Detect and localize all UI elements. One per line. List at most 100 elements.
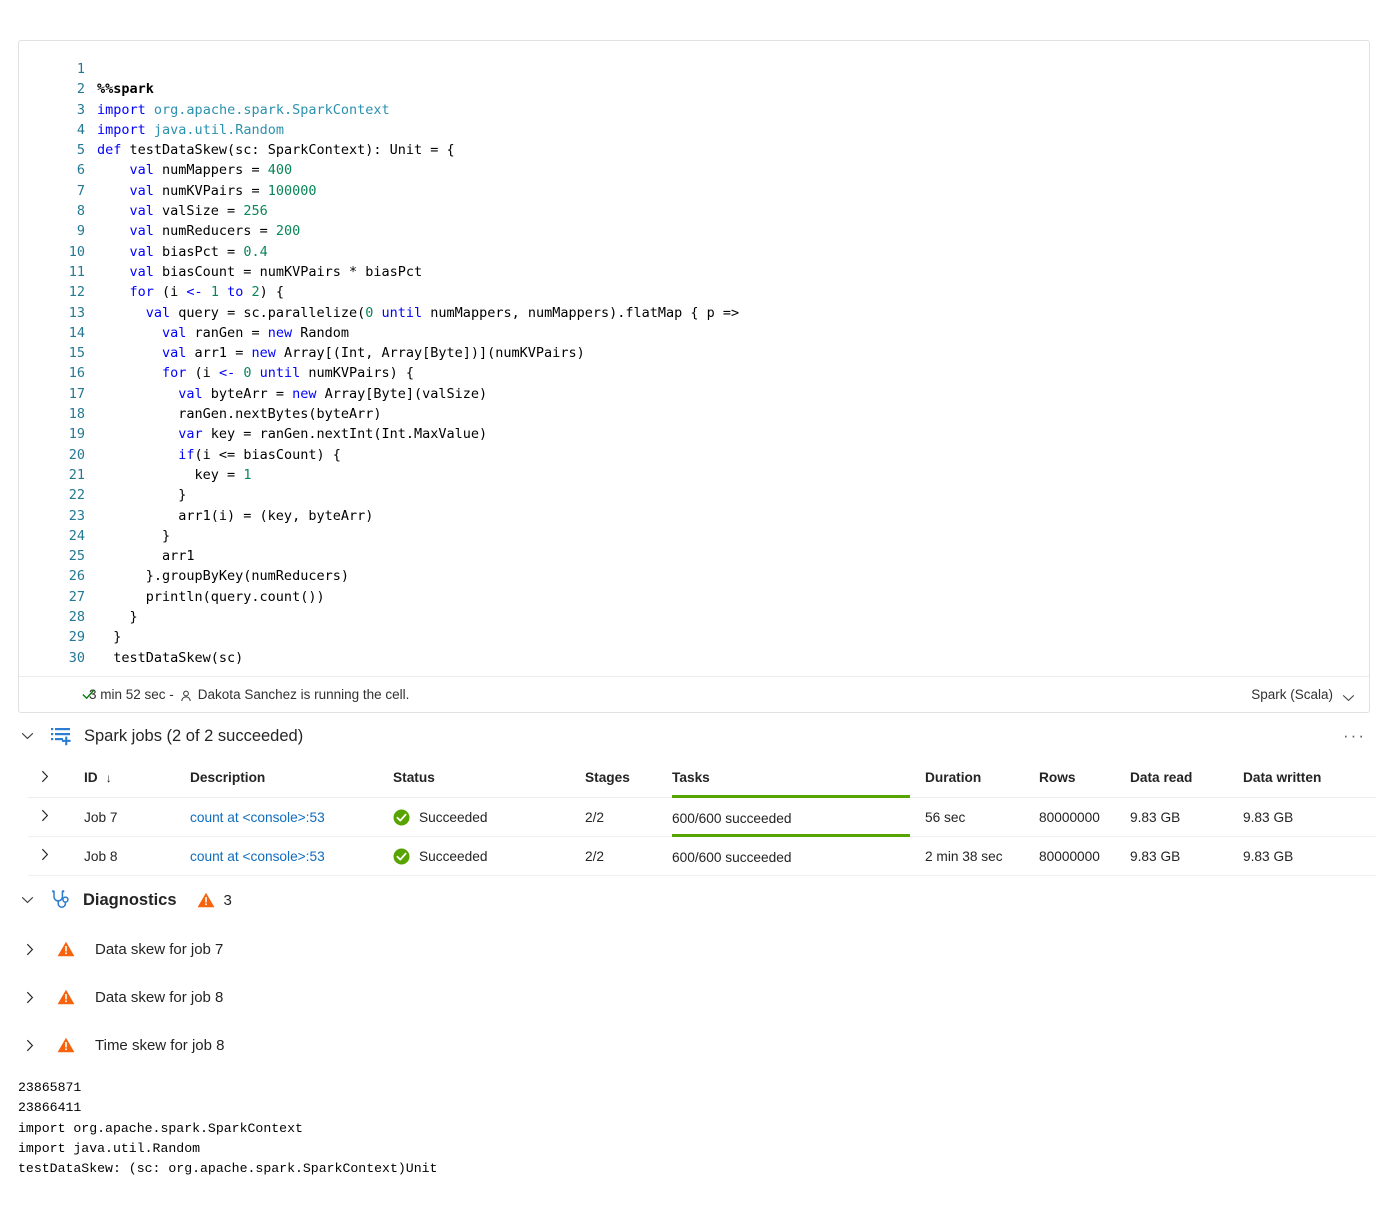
cell-job-id: Job 8 xyxy=(84,848,118,864)
chevron-down-icon[interactable] xyxy=(12,896,42,904)
line-number: 6 xyxy=(76,162,85,179)
cell-description[interactable]: count at <console>:53 xyxy=(190,849,393,864)
tasks-label: 600/600 succeeded xyxy=(672,810,792,826)
cell-stages: 2/2 xyxy=(585,809,605,825)
code-line: 8 val valSize = 256 xyxy=(19,201,1369,221)
line-number: 9 xyxy=(76,223,85,240)
line-number: 28 xyxy=(68,609,85,626)
code-text: } xyxy=(97,527,171,544)
chevron-right-icon[interactable] xyxy=(26,991,52,1004)
cell-job-id: Job 7 xyxy=(84,809,118,825)
line-number: 14 xyxy=(68,324,85,341)
line-number: 12 xyxy=(68,284,85,301)
diagnostic-label: Data skew for job 8 xyxy=(95,988,224,1006)
diagnostics-header[interactable]: Diagnostics 3 xyxy=(0,881,1388,919)
column-header-id[interactable]: ID ↓ xyxy=(84,770,190,785)
code-line: 28 } xyxy=(19,607,1369,627)
column-header-status[interactable]: Status xyxy=(393,770,585,785)
line-number: 4 xyxy=(76,121,85,138)
column-header-description[interactable]: Description xyxy=(190,770,393,785)
code-line: 1 xyxy=(19,59,1369,79)
line-number: 26 xyxy=(68,568,85,585)
code-line: 13 val query = sc.parallelize(0 until nu… xyxy=(19,303,1369,323)
code-line: 11 val biasCount = numKVPairs * biasPct xyxy=(19,262,1369,282)
code-text: val numReducers = 200 xyxy=(129,223,301,240)
cell-data-read: 9.83 GB xyxy=(1130,848,1181,864)
code-text: for (i <- 1 to 2) { xyxy=(129,284,285,301)
notebook-page: 1 2 %%spark 3 import org.apache.spark.Spark… xyxy=(0,0,1388,1213)
table-row[interactable]: Job 8 count at <console>:53 Succeeded 2/2 60… xyxy=(28,833,1376,876)
more-options-button[interactable]: ··· xyxy=(1343,726,1366,746)
spark-jobs-header[interactable]: Spark jobs (2 of 2 succeeded) xyxy=(0,716,1388,756)
warning-icon xyxy=(57,989,75,1005)
code-text: } xyxy=(97,487,187,504)
code-text: import java.util.Random xyxy=(97,121,284,138)
code-text: val valSize = 256 xyxy=(129,203,268,220)
code-line: 16 for (i <- 0 until numKVPairs) { xyxy=(19,363,1369,383)
cell-status: Succeeded xyxy=(393,809,585,826)
code-text: key = 1 xyxy=(97,466,252,483)
diagnostics-title: Diagnostics xyxy=(83,890,177,909)
column-header-tasks[interactable]: Tasks xyxy=(672,770,925,785)
code-line: 3 import org.apache.spark.SparkContext xyxy=(19,100,1369,120)
diagnostic-item[interactable]: Time skew for job 8 xyxy=(0,1021,1388,1069)
code-line: 9 val numReducers = 200 xyxy=(19,221,1369,241)
warning-icon xyxy=(57,941,75,957)
diagnostics-warning-count: 3 xyxy=(223,891,232,909)
code-text: println(query.count()) xyxy=(97,588,325,605)
diagnostic-item[interactable]: Data skew for job 8 xyxy=(0,973,1388,1021)
spark-jobs-table: ID ↓ Description Status Stages Tasks Dur… xyxy=(28,758,1376,876)
code-text: val arr1 = new Array[(Int, Array[Byte])]… xyxy=(162,345,585,362)
cell-description[interactable]: count at <console>:53 xyxy=(190,810,393,825)
cell-language-selector[interactable]: Spark (Scala) xyxy=(1251,687,1355,702)
cell-status-bar: 3 min 52 sec - Dakota Sanchez is running… xyxy=(19,675,1369,712)
code-text: val numKVPairs = 100000 xyxy=(129,182,317,199)
chevron-down-icon[interactable] xyxy=(1342,690,1355,702)
column-header-data-written[interactable]: Data written xyxy=(1243,770,1363,785)
column-header-stages[interactable]: Stages xyxy=(585,770,672,785)
code-text: arr1(i) = (key, byteArr) xyxy=(97,507,374,524)
row-expand-toggle[interactable] xyxy=(28,848,84,864)
code-text: val byteArr = new Array[Byte](valSize) xyxy=(178,385,488,402)
chevron-down-icon[interactable] xyxy=(12,732,42,740)
code-text: } xyxy=(97,629,122,646)
cell-status: Succeeded xyxy=(393,848,585,865)
expand-all-toggle[interactable] xyxy=(28,770,84,786)
line-number: 7 xyxy=(76,182,85,199)
column-header-data-read[interactable]: Data read xyxy=(1130,770,1243,785)
line-number: 10 xyxy=(68,243,85,260)
cell-tasks: 600/600 succeeded xyxy=(672,833,925,865)
cell-status-message: Dakota Sanchez is running the cell. xyxy=(197,686,410,702)
person-icon xyxy=(179,689,193,704)
table-body: Job 7 count at <console>:53 Succeeded 2/2 60… xyxy=(28,794,1376,876)
notebook-cell[interactable]: 1 2 %%spark 3 import org.apache.spark.Spark… xyxy=(18,40,1370,713)
chevron-right-icon[interactable] xyxy=(26,1039,52,1052)
code-text: ranGen.nextBytes(byteArr) xyxy=(97,406,382,423)
code-line: 20 if(i <= biasCount) { xyxy=(19,445,1369,465)
code-line: 17 val byteArr = new Array[Byte](valSize… xyxy=(19,384,1369,404)
warning-icon xyxy=(197,892,215,908)
code-text: for (i <- 0 until numKVPairs) { xyxy=(162,365,415,382)
code-line: 21 key = 1 xyxy=(19,465,1369,485)
chevron-right-icon[interactable] xyxy=(26,943,52,956)
code-line: 29 } xyxy=(19,627,1369,647)
code-line: 15 val arr1 = new Array[(Int, Array[Byte… xyxy=(19,343,1369,363)
code-line: 26 }.groupByKey(numReducers) xyxy=(19,566,1369,586)
sort-descending-icon[interactable]: ↓ xyxy=(106,771,112,785)
row-expand-toggle[interactable] xyxy=(28,809,84,825)
code-editor[interactable]: 1 2 %%spark 3 import org.apache.spark.Spark… xyxy=(19,41,1369,676)
spark-jobs-title: Spark jobs (2 of 2 succeeded) xyxy=(84,726,304,745)
column-header-duration[interactable]: Duration xyxy=(925,770,1039,785)
code-text: def testDataSkew(sc: SparkContext): Unit… xyxy=(97,142,455,159)
diagnostics-warning-badge: 3 xyxy=(197,892,232,909)
code-line: 18 ranGen.nextBytes(byteArr) xyxy=(19,404,1369,424)
line-number: 17 xyxy=(68,385,85,402)
line-number: 22 xyxy=(68,487,85,504)
diagnostics-list: Data skew for job 7 Data skew for job 8 Ti… xyxy=(0,925,1388,1069)
table-row[interactable]: Job 7 count at <console>:53 Succeeded 2/2 60… xyxy=(28,794,1376,837)
column-header-rows[interactable]: Rows xyxy=(1039,770,1130,785)
line-number: 18 xyxy=(68,406,85,423)
diagnostic-item[interactable]: Data skew for job 7 xyxy=(0,925,1388,973)
code-text: } xyxy=(97,609,138,626)
tasks-progress-bar xyxy=(672,833,910,837)
